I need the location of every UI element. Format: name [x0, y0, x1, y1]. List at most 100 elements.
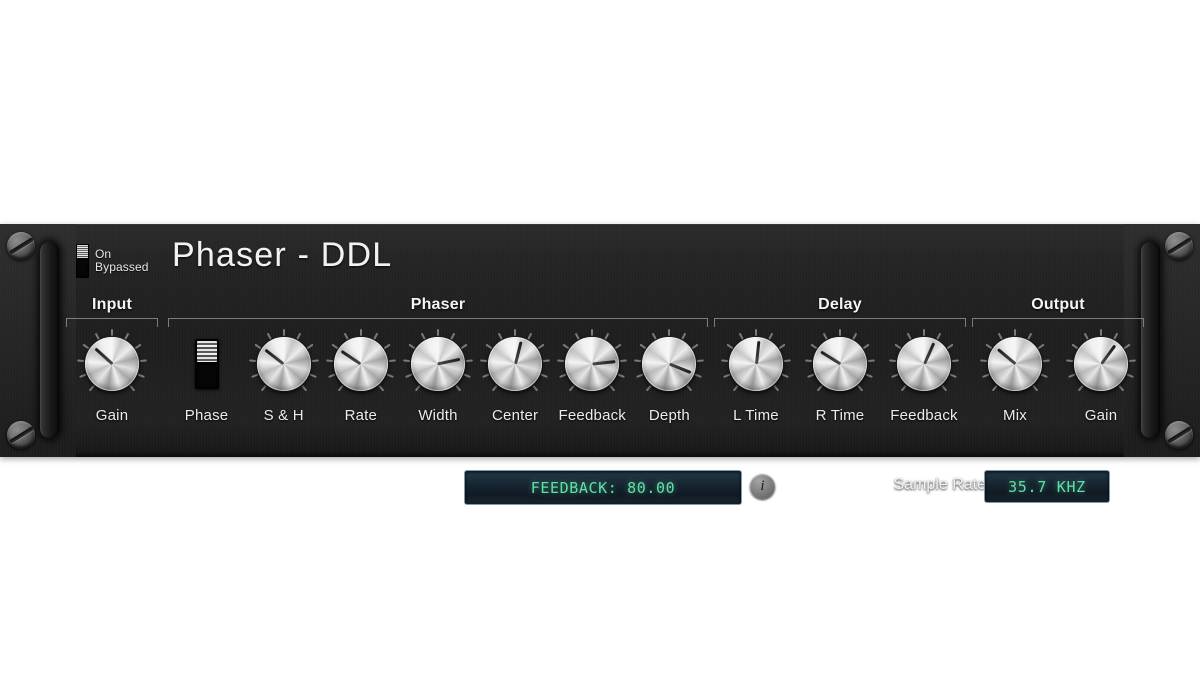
knob-tick — [480, 359, 488, 363]
toggle-switch-icon[interactable] — [76, 244, 89, 278]
knob-pointer — [513, 341, 523, 365]
knob-tick — [1071, 343, 1079, 350]
knob-tick — [810, 343, 818, 350]
knob-tick — [540, 373, 548, 379]
rack-panel: On Bypassed Phaser - DDL FEEDBACK: 80.00… — [0, 224, 1200, 505]
knob-body[interactable] — [813, 337, 867, 391]
knob-body[interactable] — [410, 337, 465, 391]
knob-pointer — [340, 349, 362, 366]
bypass-toggle[interactable]: On Bypassed — [76, 244, 149, 278]
knob-body[interactable] — [85, 337, 139, 391]
section-title: Phaser — [410, 296, 466, 313]
knob-tick — [497, 332, 503, 340]
knob-pointer — [922, 342, 935, 365]
control-depth: Depth — [631, 328, 708, 424]
knob-tick — [906, 332, 912, 340]
knob-tick — [946, 343, 954, 350]
control-label: Rate — [344, 407, 378, 424]
knob-tick — [949, 373, 957, 379]
control-mix: Mix — [975, 328, 1055, 424]
section-title: Delay — [818, 296, 862, 313]
knob-row: Phase S & H Rate Width Center Feedback Depth — [168, 328, 708, 424]
knob[interactable] — [76, 328, 148, 400]
knob[interactable] — [479, 328, 551, 400]
knob-body[interactable] — [897, 337, 951, 391]
section-bracket — [972, 318, 1144, 327]
knob[interactable] — [402, 328, 474, 400]
knob-pointer — [996, 348, 1016, 366]
main-display-text: FEEDBACK: 80.00 — [530, 478, 676, 497]
knob[interactable] — [556, 328, 628, 400]
plugin-header: On Bypassed Phaser - DDL FEEDBACK: 80.00… — [0, 224, 1200, 505]
knob-tick — [726, 343, 734, 350]
knob-body[interactable] — [1074, 337, 1128, 391]
knob[interactable] — [633, 328, 705, 400]
knob-tick — [306, 343, 314, 350]
control-label: Gain — [95, 407, 129, 424]
knob-body[interactable] — [333, 337, 388, 391]
knob-tick — [134, 343, 142, 350]
toggle-switch-icon[interactable] — [171, 328, 243, 400]
plugin-screenshot: On Bypassed Phaser - DDL FEEDBACK: 80.00… — [0, 0, 1200, 675]
control-center: Center — [477, 328, 554, 424]
knob-body[interactable] — [988, 337, 1042, 391]
knob-row: Mix Gain — [972, 328, 1144, 424]
knob-tick — [537, 343, 545, 350]
knob-tick — [309, 373, 317, 379]
control-feedback: Feedback — [554, 328, 631, 424]
knob-tick — [891, 373, 899, 379]
knob-pointer — [437, 357, 461, 366]
knob-tick — [559, 373, 567, 379]
knob-tick — [604, 332, 610, 340]
knob-body[interactable] — [488, 337, 543, 391]
knob-tick — [1042, 359, 1050, 363]
knob-tick — [781, 373, 789, 379]
knob-tick — [894, 343, 902, 350]
knob[interactable] — [804, 328, 876, 400]
info-icon[interactable]: i — [750, 474, 775, 499]
knob[interactable] — [325, 328, 397, 400]
control-label: Gain — [1084, 407, 1118, 424]
knob-tick — [1128, 359, 1136, 363]
switch-body[interactable] — [194, 339, 219, 389]
knob-tick — [569, 384, 576, 392]
control-gain: Gain — [1061, 328, 1141, 424]
main-value-display[interactable]: FEEDBACK: 80.00 — [464, 470, 742, 505]
knob-tick — [738, 332, 744, 340]
knob-tick — [386, 373, 394, 379]
knob-body[interactable] — [729, 337, 783, 391]
knob-tick — [124, 332, 130, 340]
knob-tick — [300, 384, 307, 392]
knob-tick — [532, 384, 539, 392]
knob-body[interactable] — [256, 337, 311, 391]
knob[interactable] — [979, 328, 1051, 400]
knob-pointer — [668, 362, 692, 375]
switch-cap — [196, 341, 217, 362]
knob-tick — [646, 384, 653, 392]
knob[interactable] — [720, 328, 792, 400]
knob-tick — [1118, 384, 1125, 392]
knob-tick — [139, 359, 147, 363]
knob-tick — [900, 384, 907, 392]
switch-cap — [77, 245, 88, 258]
knob-tick — [250, 373, 259, 379]
knob-tick — [865, 373, 873, 379]
knob-tick — [591, 329, 594, 336]
knob-tick — [783, 359, 791, 363]
knob-pointer — [264, 348, 285, 366]
knob-tick — [460, 343, 468, 350]
knob-tick — [383, 343, 391, 350]
section-bracket — [66, 318, 158, 327]
knob-tick — [1027, 332, 1033, 340]
knob[interactable] — [888, 328, 960, 400]
knob[interactable] — [1065, 328, 1137, 400]
knob-tick — [991, 384, 998, 392]
control-feedback: Feedback — [884, 328, 964, 424]
knob-tick — [857, 384, 864, 392]
knob-tick — [681, 332, 687, 340]
control-rate: Rate — [322, 328, 399, 424]
knob-tick — [378, 384, 385, 392]
knob[interactable] — [248, 328, 320, 400]
knob-body[interactable] — [565, 337, 620, 391]
knob-tick — [420, 332, 426, 340]
